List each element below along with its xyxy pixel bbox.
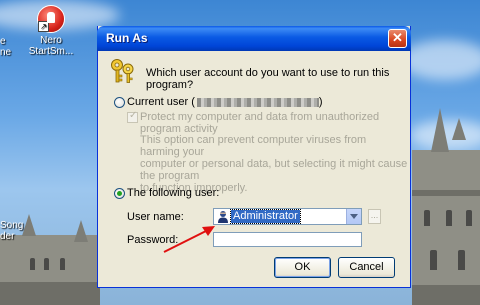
desktop-icon-label-partial[interactable]: e [0,36,6,47]
dialog-body: Which user account do you want to use to… [98,51,410,287]
ok-button[interactable]: OK [274,257,331,278]
desktop-icon-label-partial[interactable]: Song [0,220,23,231]
desktop-icon-label-partial[interactable]: ne [0,47,11,58]
current-user-label: Current user ( [127,96,195,108]
keys-icon [111,59,134,83]
question-text: Which user account do you want to use to… [146,67,390,91]
desktop-icon-label-partial[interactable]: der [0,231,14,242]
description-line: computer or personal data, but selecting… [140,158,408,182]
cancel-label: Cancel [349,261,384,273]
dialog-title: Run As [106,31,148,45]
password-field[interactable] [213,232,362,247]
protect-checkbox[interactable] [127,110,138,123]
run-as-dialog: Run As ✕ Which user account do you want … [97,26,411,288]
current-user-label-tail: ) [318,96,323,108]
dropdown-arrow-icon[interactable] [346,209,361,224]
desktop-icon-label: StartSm... [28,46,74,57]
close-icon: ✕ [392,30,403,45]
title-bar[interactable]: Run As ✕ [97,26,411,51]
following-user-radio[interactable] [114,188,125,199]
ok-label: OK [294,261,311,273]
username-combobox[interactable]: Administrator [213,208,362,225]
protect-description: This option can prevent computer viruses… [140,134,408,194]
redacted-username [196,97,319,107]
username-value: Administrator [230,209,301,224]
nero-icon: ↗ [37,5,65,33]
description-line: This option can prevent computer viruses… [140,134,367,158]
close-button[interactable]: ✕ [388,29,407,48]
desktop-icon-label: Nero [40,35,62,46]
browse-button[interactable]: ... [368,209,381,224]
following-user-label[interactable]: The following user: [127,187,219,199]
shortcut-arrow-icon: ↗ [38,21,49,32]
annotation-arrow [163,226,215,253]
current-user-option[interactable]: Current user () [127,96,323,108]
desktop-icon-nero[interactable]: ↗ Nero StartSm... [24,5,78,57]
protect-label: Protect my computer and data from unauth… [140,111,380,135]
current-user-radio[interactable] [114,97,125,108]
cancel-button[interactable]: Cancel [338,257,395,278]
